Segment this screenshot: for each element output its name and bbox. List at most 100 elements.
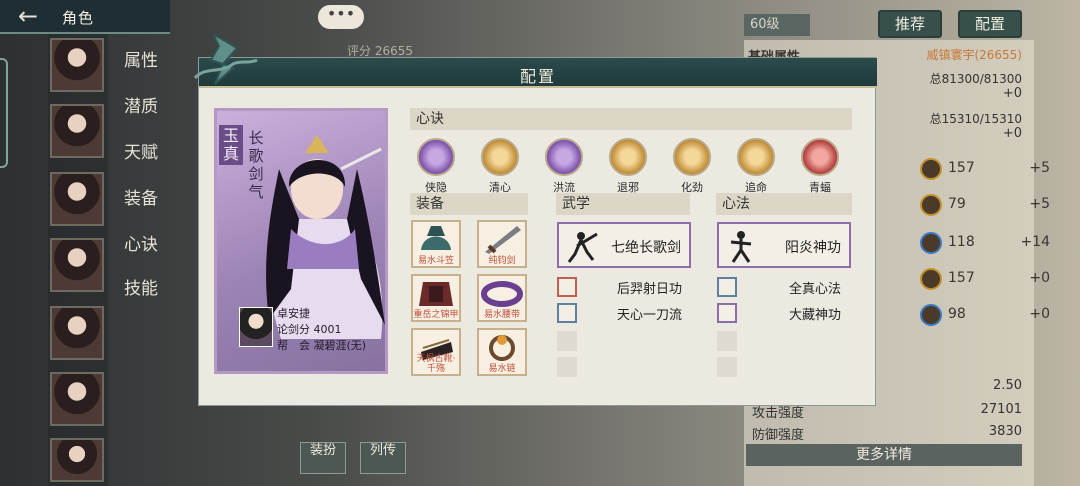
stat-icon: [920, 232, 942, 254]
bottom-stat-value: 3830: [988, 424, 1022, 439]
tab-talent[interactable]: 天赋: [124, 138, 158, 163]
tab-attributes[interactable]: 属性: [124, 46, 158, 71]
config-button[interactable]: 配置: [958, 10, 1022, 38]
heart-section-title: 心法: [716, 193, 852, 215]
sword-score-value: 4001: [313, 323, 342, 336]
jade-ornament-icon: [193, 34, 258, 85]
equip-slot-weapon[interactable]: 纯钧剑: [477, 220, 527, 268]
back-button[interactable]: ←: [6, 4, 50, 30]
character-portrait-4[interactable]: [50, 238, 104, 292]
character-portrait-1[interactable]: [50, 38, 104, 92]
hongliu-icon[interactable]: [545, 138, 583, 176]
sword-icon: [485, 226, 521, 254]
tab-equipment[interactable]: 装备: [124, 184, 158, 209]
character-name-tag: 玉真: [219, 125, 243, 165]
tab-skills[interactable]: 技能: [124, 274, 158, 299]
tuixie-icon[interactable]: [609, 138, 647, 176]
stat-value: 157: [948, 270, 975, 286]
tab-dress-up[interactable]: 装扮: [300, 442, 346, 474]
level-badge: 60级: [744, 14, 810, 36]
mp-total: 总15310/15310: [929, 112, 1022, 126]
xiayin-icon[interactable]: [417, 138, 455, 176]
character-portrait-6[interactable]: [50, 372, 104, 426]
swordsman-icon: [567, 232, 598, 263]
sword-score: 论剑分 4001: [277, 321, 342, 337]
score-label: 评分: [347, 44, 372, 58]
belt-icon: [481, 281, 523, 307]
martial-main-slot[interactable]: 七绝长歌剑: [557, 222, 691, 268]
stat-value: 98: [948, 306, 966, 322]
character-info: 卓安捷 论剑分 4001 帮 会 凝碧涯(无): [221, 301, 385, 371]
guild-name: 凝碧涯(无): [313, 339, 367, 352]
tab-xinjue[interactable]: 心诀: [124, 230, 158, 255]
equip-slot-hat[interactable]: 易水斗笠: [411, 220, 461, 268]
stat-icon: [920, 268, 942, 290]
stat-value: 79: [948, 196, 966, 212]
hat-icon: [421, 226, 451, 250]
equipment-section-title: 装备: [410, 193, 528, 215]
martial-artist-icon: [730, 231, 752, 263]
heart-sub-slot[interactable]: [717, 277, 737, 297]
martial-empty-slot[interactable]: [557, 357, 577, 377]
more-details-button[interactable]: 更多详情: [746, 444, 1022, 466]
qingfu-icon[interactable]: [801, 138, 839, 176]
equip-label: 纯钧剑: [488, 256, 516, 266]
qingxin-icon[interactable]: [481, 138, 519, 176]
equip-slot-belt[interactable]: 易水腰带: [477, 274, 527, 322]
stat-row: 98 +0: [920, 304, 1050, 326]
xinjue-section-title: 心诀: [410, 108, 852, 130]
tab-potential[interactable]: 潜质: [124, 92, 158, 117]
left-edge-handle[interactable]: [0, 58, 8, 168]
modal-title: 配置: [519, 67, 556, 86]
top-nav-bar: ← 角色: [0, 0, 170, 34]
heart-empty-slot[interactable]: [717, 331, 737, 351]
huajin-icon[interactable]: [673, 138, 711, 176]
recommend-button[interactable]: 推荐: [878, 10, 942, 38]
stat-row: 79 +5: [920, 194, 1050, 216]
character-portrait-5[interactable]: [50, 306, 104, 360]
stat-increment: +14: [1020, 234, 1050, 250]
hp-total: 总81300/81300: [929, 72, 1022, 86]
mp-increment: +0: [1002, 126, 1022, 141]
heart-main-name: 阳炎神功: [785, 240, 841, 256]
martial-sub-slot[interactable]: [557, 303, 577, 323]
martial-sub-slot[interactable]: [557, 277, 577, 297]
equip-slot-boots[interactable]: 天枫古靴·千殇: [411, 328, 461, 376]
bottom-stat-label: 防御强度: [752, 428, 805, 443]
config-modal: 配置 玉真 长歌剑气 卓安捷 论剑分 4001 帮 会 凝碧涯(无) 心诀 侠隐…: [193, 34, 877, 406]
stat-increment: +5: [1029, 196, 1050, 212]
heart-empty-slot[interactable]: [717, 357, 737, 377]
stat-row: 118 +14: [920, 232, 1050, 254]
equip-label: 易水斗笠: [417, 256, 454, 266]
armor-icon: [419, 282, 453, 306]
sword-score-label: 论剑分: [277, 323, 310, 336]
ring-icon: [489, 335, 515, 361]
character-portrait-2[interactable]: [50, 104, 104, 158]
martial-sub-name: 后羿射日功: [617, 282, 683, 297]
equip-label: 易水腰带: [483, 310, 520, 320]
stat-value: 118: [948, 234, 975, 250]
equip-slot-armor[interactable]: 重岳之锦甲: [411, 274, 461, 322]
tab-biography[interactable]: 列传: [360, 442, 406, 474]
player-name: 卓安捷: [277, 307, 310, 320]
stat-icon: [920, 158, 942, 180]
stat-row: 157 +0: [920, 268, 1050, 290]
character-portrait-3[interactable]: [50, 172, 104, 226]
martial-empty-slot[interactable]: [557, 331, 577, 351]
bottom-stat-value: 2.50: [993, 378, 1022, 393]
stat-row: 157 +5: [920, 158, 1050, 180]
character-portrait-7[interactable]: [50, 438, 104, 482]
zhuiming-icon[interactable]: [737, 138, 775, 176]
stat-increment: +0: [1029, 270, 1050, 286]
character-card[interactable]: 玉真 长歌剑气 卓安捷 论剑分 4001 帮 会 凝碧涯(无): [214, 108, 388, 374]
player-avatar: [239, 307, 273, 347]
stat-increment: +5: [1029, 160, 1050, 176]
bottom-stat-value: 27101: [980, 402, 1022, 417]
heart-main-slot[interactable]: 阳炎神功: [717, 222, 851, 268]
equip-slot-ring[interactable]: 易水链: [477, 328, 527, 376]
chat-button[interactable]: •••: [318, 5, 364, 29]
bottom-stat-row: 防御强度 3830: [752, 424, 1022, 444]
heart-sub-slot[interactable]: [717, 303, 737, 323]
guild-line: 帮 会 凝碧涯(无): [277, 337, 366, 353]
bottom-stat-label: 攻击强度: [752, 406, 805, 421]
